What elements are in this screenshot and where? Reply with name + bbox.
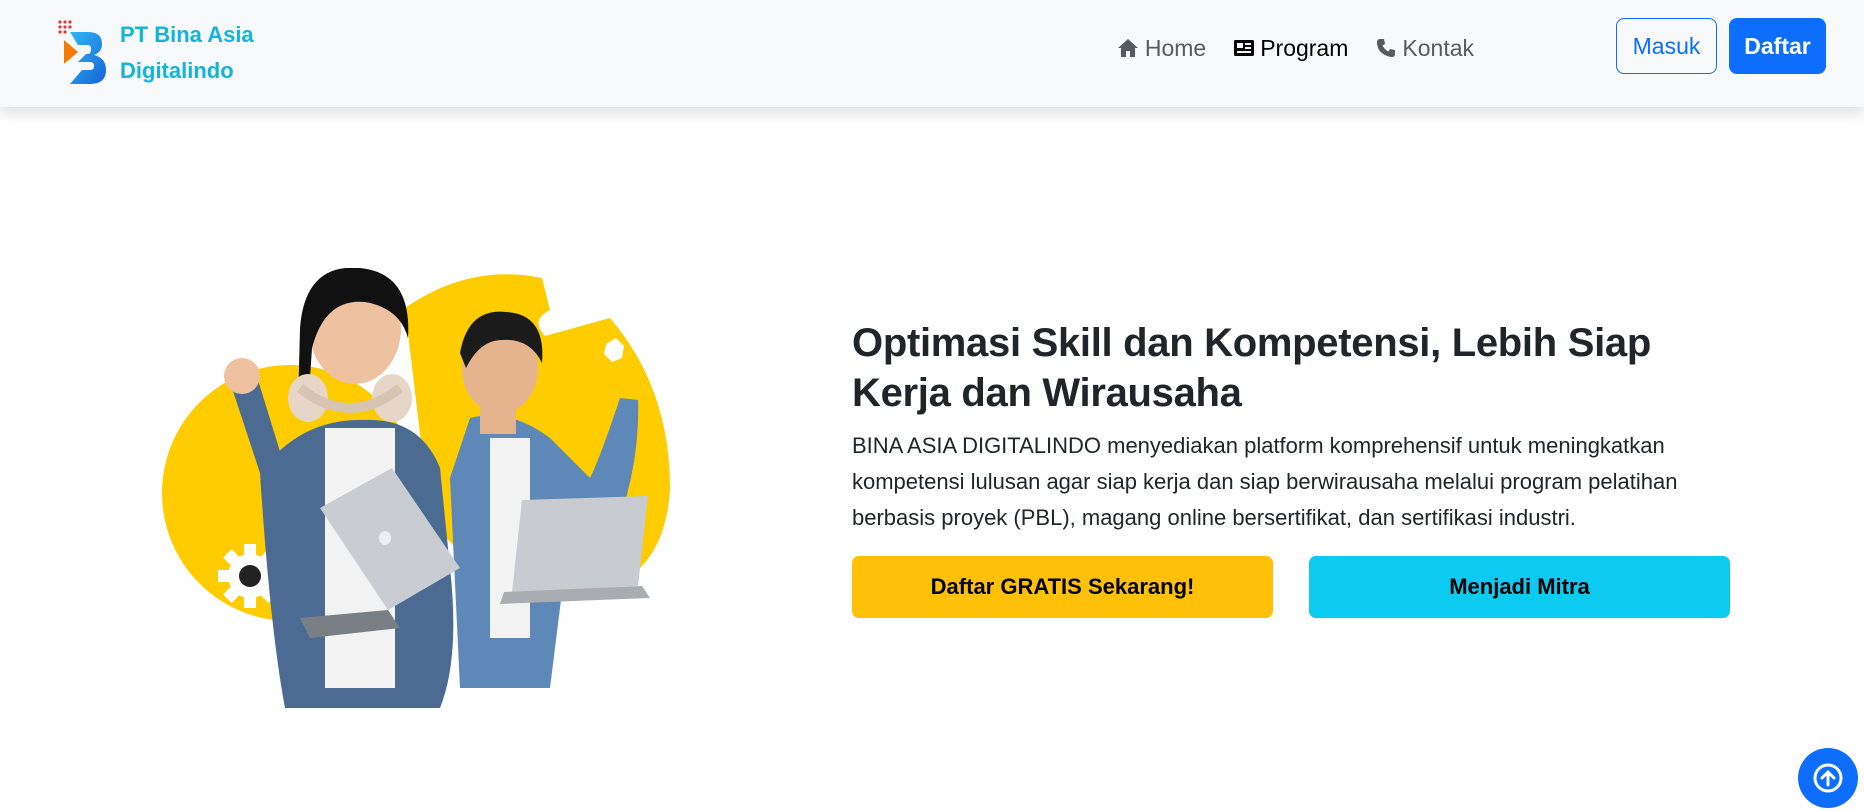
- hero-actions: Daftar GRATIS Sekarang! Menjadi Mitra: [852, 556, 1732, 618]
- nav-kontak-label: Kontak: [1402, 34, 1474, 61]
- brand-name: PT Bina Asia Digitalindo: [120, 17, 270, 89]
- navbar: PT Bina Asia Digitalindo Home Program Ko…: [0, 0, 1864, 107]
- nav-home-label: Home: [1144, 34, 1207, 61]
- main-nav: Home Program Kontak: [1117, 26, 1474, 70]
- newspaper-icon: [1234, 40, 1255, 56]
- hero-description: BINA ASIA DIGITALINDO menyediakan platfo…: [852, 433, 1678, 530]
- nav-program-label: Program: [1260, 34, 1349, 61]
- register-button[interactable]: Daftar: [1729, 18, 1826, 74]
- nav-kontak[interactable]: Kontak: [1376, 35, 1474, 62]
- nav-home[interactable]: Home: [1117, 35, 1206, 62]
- register-free-button[interactable]: Daftar GRATIS Sekarang!: [852, 556, 1273, 618]
- brand-name-line2: Digitalindo: [120, 58, 234, 83]
- nav-program[interactable]: Program: [1234, 35, 1348, 62]
- hero-title: Optimasi Skill dan Kompetensi, Lebih Sia…: [852, 321, 1651, 415]
- hero-students-image: [162, 268, 670, 708]
- brand-link[interactable]: PT Bina Asia Digitalindo: [56, 18, 270, 88]
- become-partner-button[interactable]: Menjadi Mitra: [1309, 556, 1730, 618]
- brand-logo-icon: [58, 20, 106, 84]
- phone-icon: [1377, 39, 1396, 57]
- login-button[interactable]: Masuk: [1616, 18, 1717, 74]
- back-to-top-button[interactable]: [1798, 748, 1858, 808]
- arrow-up-circle-icon: [1813, 763, 1843, 793]
- brand-name-line1: PT Bina Asia: [120, 22, 254, 47]
- hero-content: Optimasi Skill dan Kompetensi, Lebih Sia…: [852, 318, 1732, 618]
- home-icon: [1117, 39, 1138, 57]
